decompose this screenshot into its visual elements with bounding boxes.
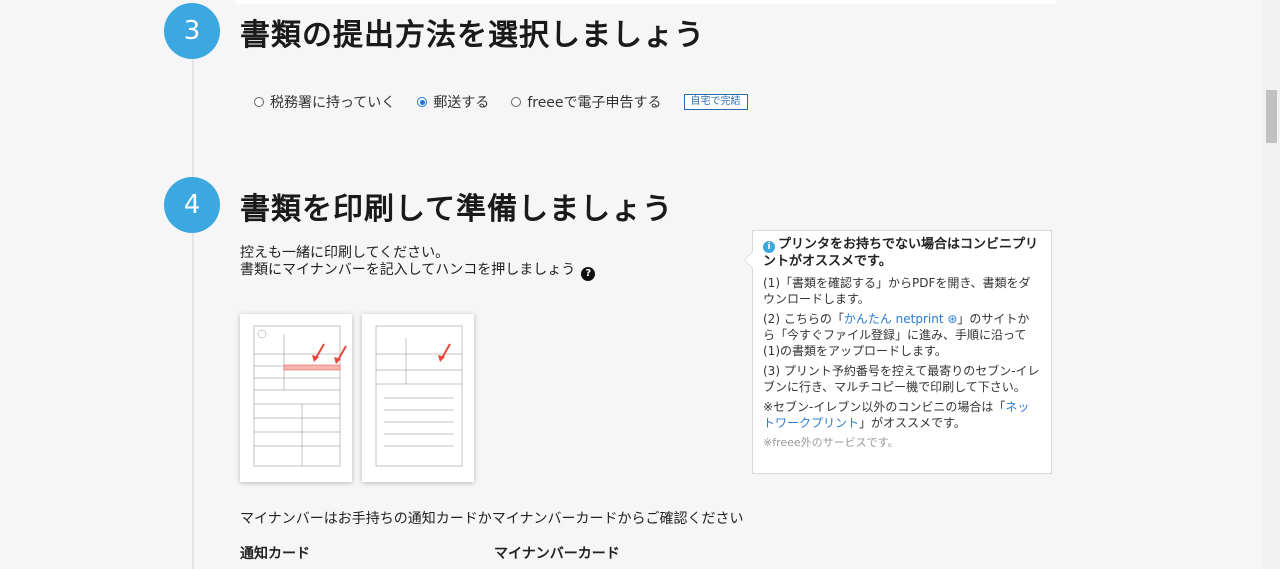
instruction-line: 書類にマイナンバーを記入してハンコを押しましょう? [240,262,596,281]
scrollbar-thumb[interactable] [1266,90,1277,143]
attachment-form-preview-icon [375,325,463,467]
step-timeline [192,58,194,569]
tip-step-3: (3) プリント予約番号を控えて最寄りのセブン-イレブンに行き、マルチコピー機で… [763,364,1040,394]
tip-title-text: プリンタをお持ちでない場合はコンビニプリントがオススメです。 [763,237,1039,269]
instruction-text: 書類にマイナンバーを記入してハンコを押しましょう [240,262,576,278]
tip-step-2-prefix: (2) こちらの「 [763,312,844,326]
tip-other-stores: ※セブン-イレブン以外のコンビニの場合は「ネットワークプリント」がオススメです。 [763,399,1041,431]
step-3-number: 3 [164,3,220,59]
netprint-link-text: かんたん netprint [843,312,944,326]
radio-label: freeeで電子申告する [527,95,662,111]
radio-button[interactable] [254,97,264,107]
notification-card-label: 通知カード [240,546,310,562]
radio-option-e-filing[interactable]: freeeで電子申告する [511,92,662,112]
external-link-icon: ⊛ [943,312,958,326]
radio-label: 郵送する [433,95,490,111]
tip-step-1: (1)「書類を確認する」からPDFを開き、書類をダウンロードします。 [763,276,1031,306]
home-complete-badge: 自宅で完結 [683,94,748,110]
tip-step-2: (2) こちらの「かんたん netprint ⊛」のサイトから「今すぐファイル登… [763,311,1041,359]
scrollbar-track[interactable] [1262,0,1280,569]
radio-label: 税務署に持っていく [270,95,396,111]
help-icon[interactable]: ? [581,267,596,281]
radio-button[interactable] [511,97,522,107]
info-icon: i [763,241,775,253]
document-thumbnail-attachment-form[interactable] [362,314,474,482]
tip-external-note: ※freee外のサービスです。 [763,436,899,449]
submission-method-options: 税務署に持っていく 郵送する freeeで電子申告する 自宅で完結 [254,92,748,112]
tip-other-suffix: 」がオススメです。 [859,416,966,430]
step-3-title: 書類の提出方法を選択しましょう [240,18,705,53]
step-4-title: 書類を印刷して準備しましょう [240,192,674,227]
tip-other-prefix: ※セブン-イレブン以外のコンビニの場合は「 [763,400,1006,414]
radio-option-mail[interactable]: 郵送する [417,92,489,112]
step-4-number: 4 [164,177,220,233]
radio-option-tax-office[interactable]: 税務署に持っていく [254,92,395,112]
mynumber-card-label: マイナンバーカード [494,546,620,562]
instruction-line: 控えも一緒に印刷してください。 [240,245,450,261]
document-thumbnail-return-form[interactable] [240,314,352,482]
print-instructions: 控えも一緒に印刷してください。 書類にマイナンバーを記入してハンコを押しましょう… [240,245,596,281]
netprint-link[interactable]: かんたん netprint ⊛ [844,312,958,326]
tip-title: i プリンタをお持ちでない場合はコンビニプリントがオススメです。 [763,236,1041,270]
convenience-print-tip: i プリンタをお持ちでない場合はコンビニプリントがオススメです。 (1)「書類を確… [744,230,1052,474]
mynumber-instruction: マイナンバーはお手持ちの通知カードかマイナンバーカードからご確認ください [240,511,744,527]
radio-button-selected[interactable] [417,97,428,107]
tax-form-preview-icon [253,325,347,467]
top-divider [236,0,1056,4]
